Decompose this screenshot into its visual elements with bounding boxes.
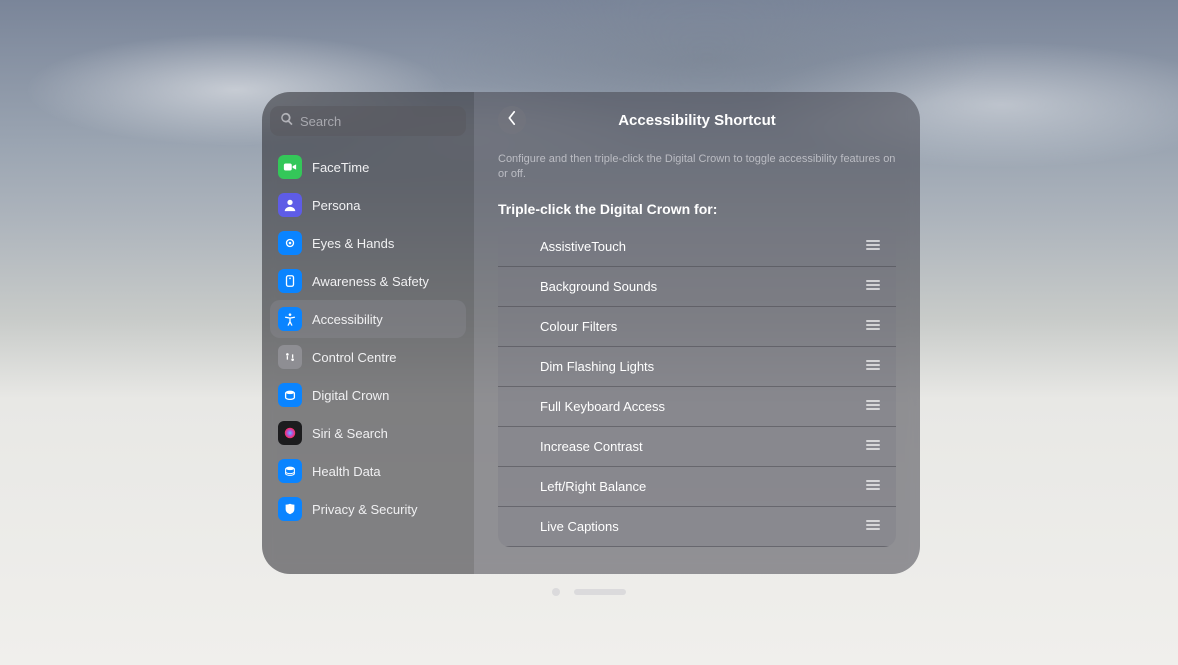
facetime-icon — [278, 155, 302, 179]
privacy-icon — [278, 497, 302, 521]
sidebar-item-label: FaceTime — [312, 160, 369, 175]
sidebar-item-label: Siri & Search — [312, 426, 388, 441]
sidebar-item-label: Awareness & Safety — [312, 274, 429, 289]
sidebar-item-privacy[interactable]: Privacy & Security — [270, 490, 466, 528]
sidebar-item-accessibility[interactable]: Accessibility — [270, 300, 466, 338]
sidebar-item-label: Control Centre — [312, 350, 397, 365]
option-row[interactable]: Background Sounds — [498, 267, 896, 307]
persona-icon — [278, 193, 302, 217]
option-row[interactable]: Dim Flashing Lights — [498, 347, 896, 387]
sidebar-item-awareness[interactable]: Awareness & Safety — [270, 262, 466, 300]
sidebar-item-persona[interactable]: Persona — [270, 186, 466, 224]
siri-icon — [278, 421, 302, 445]
drag-handle-icon[interactable] — [866, 400, 880, 412]
option-label: Left/Right Balance — [540, 479, 646, 494]
pager-indicator[interactable] — [552, 588, 626, 596]
search-icon — [280, 112, 294, 131]
option-label: AssistiveTouch — [540, 239, 626, 254]
sidebar-item-siri[interactable]: Siri & Search — [270, 414, 466, 452]
option-row[interactable]: Left/Right Balance — [498, 467, 896, 507]
sidebar-item-label: Privacy & Security — [312, 502, 417, 517]
option-label: Background Sounds — [540, 279, 657, 294]
sidebar-item-label: Eyes & Hands — [312, 236, 394, 251]
search-input[interactable] — [300, 114, 456, 129]
back-button[interactable] — [498, 106, 526, 134]
sidebar-item-facetime[interactable]: FaceTime — [270, 148, 466, 186]
option-label: Colour Filters — [540, 319, 617, 334]
option-row[interactable]: AssistiveTouch — [498, 227, 896, 267]
chevron-left-icon — [507, 111, 517, 130]
sidebar-item-health[interactable]: Health Data — [270, 452, 466, 490]
health-icon — [278, 459, 302, 483]
option-row[interactable]: Full Keyboard Access — [498, 387, 896, 427]
search-field-wrap[interactable] — [270, 106, 466, 136]
eyes-hands-icon — [278, 231, 302, 255]
sidebar-item-eyes-hands[interactable]: Eyes & Hands — [270, 224, 466, 262]
drag-handle-icon[interactable] — [866, 440, 880, 452]
digital-crown-icon — [278, 383, 302, 407]
option-label: Dim Flashing Lights — [540, 359, 654, 374]
drag-handle-icon[interactable] — [866, 320, 880, 332]
sidebar-item-label: Persona — [312, 198, 360, 213]
option-label: Full Keyboard Access — [540, 399, 665, 414]
option-row[interactable]: Colour Filters — [498, 307, 896, 347]
awareness-icon — [278, 269, 302, 293]
sidebar-item-label: Health Data — [312, 464, 381, 479]
sidebar-item-digital-crown[interactable]: Digital Crown — [270, 376, 466, 414]
page-description: Configure and then triple-click the Digi… — [498, 152, 896, 183]
pager-bar — [574, 589, 626, 595]
drag-handle-icon[interactable] — [866, 280, 880, 292]
main-content: Accessibility Shortcut Configure and the… — [474, 92, 920, 574]
option-row[interactable]: Increase Contrast — [498, 427, 896, 467]
drag-handle-icon[interactable] — [866, 480, 880, 492]
sidebar-item-label: Accessibility — [312, 312, 383, 327]
settings-window: FaceTime Persona Eyes & Hands Awareness & S… — [262, 92, 920, 574]
header: Accessibility Shortcut — [498, 106, 896, 134]
sidebar-item-control-centre[interactable]: Control Centre — [270, 338, 466, 376]
pager-dot — [552, 588, 560, 596]
sidebar: FaceTime Persona Eyes & Hands Awareness & S… — [262, 92, 474, 574]
accessibility-icon — [278, 307, 302, 331]
drag-handle-icon[interactable] — [866, 240, 880, 252]
drag-handle-icon[interactable] — [866, 520, 880, 532]
section-subhead: Triple-click the Digital Crown for: — [498, 201, 896, 217]
option-row[interactable]: Live Captions — [498, 507, 896, 547]
option-label: Live Captions — [540, 519, 619, 534]
page-title: Accessibility Shortcut — [498, 112, 896, 129]
sidebar-item-label: Digital Crown — [312, 388, 389, 403]
control-centre-icon — [278, 345, 302, 369]
option-label: Increase Contrast — [540, 439, 643, 454]
drag-handle-icon[interactable] — [866, 360, 880, 372]
options-list[interactable]: AssistiveTouch Background Sounds Colour Fi… — [498, 227, 896, 547]
